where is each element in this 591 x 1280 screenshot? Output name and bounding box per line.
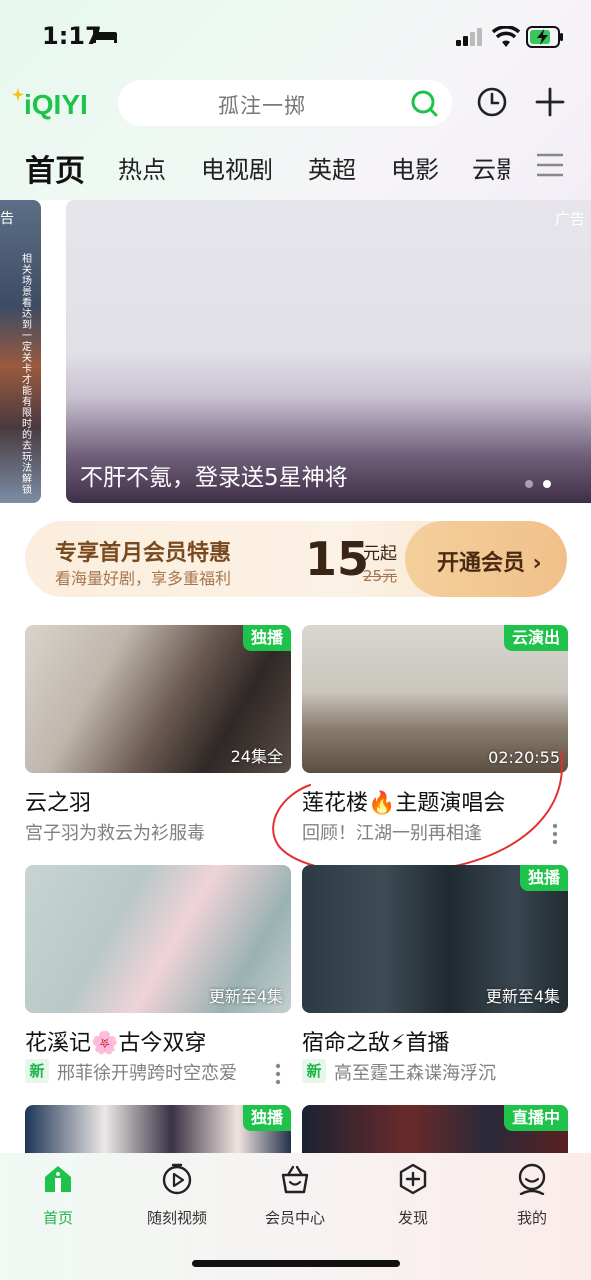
video-card[interactable]: 独播	[25, 1105, 291, 1153]
annotation-circle	[272, 750, 563, 875]
nav-label: 会员中心	[264, 1209, 325, 1227]
exclusive-badge: 独播	[519, 865, 568, 891]
nav-vip-center[interactable]: 会员中心	[240, 1163, 350, 1233]
cloud-show-badge: 云演出	[503, 625, 568, 651]
new-tag: 新	[25, 1059, 49, 1083]
video-thumbnail[interactable]: 独播 24集全	[25, 625, 291, 773]
vip-price-unit: 元起	[363, 544, 397, 564]
tab-hot[interactable]: 热点	[118, 150, 166, 185]
vip-promo-bar[interactable]: 专享首月会员特惠 看海量好剧，享多重福利 15 元起 25元 开通会员 ›	[25, 521, 567, 597]
play-icon	[162, 1163, 192, 1195]
more-options-icon[interactable]	[275, 1063, 281, 1085]
video-card[interactable]: 独播 更新至4集 宿命之敌⚡首播 新 高至霆王森谍海浮沉	[302, 865, 568, 1101]
video-thumbnail[interactable]: 独播	[25, 1105, 291, 1153]
menu-icon[interactable]	[536, 152, 564, 178]
cellular-signal-icon	[456, 28, 482, 46]
video-title[interactable]: 云之羽	[25, 785, 91, 817]
tab-cloud-cinema[interactable]: 云影	[472, 150, 510, 185]
video-subtitle: 高至霆王森谍海浮沉	[334, 1063, 496, 1084]
add-icon[interactable]	[534, 86, 566, 118]
update-status: 更新至4集	[208, 987, 283, 1006]
live-badge: 直播中	[503, 1105, 568, 1131]
video-title[interactable]: 花溪记🌸古今双穿	[25, 1025, 206, 1057]
banner-caption: 不肝不氪，登录送5星神将	[80, 465, 348, 491]
open-vip-label: 开通会员 ›	[437, 551, 542, 576]
logo-text: iQIYI	[24, 89, 88, 120]
nav-label: 随刻视频	[146, 1209, 207, 1227]
home-indicator	[192, 1260, 400, 1267]
status-bar: 1:17	[0, 0, 591, 70]
category-tabs: 首页 热点 电视剧 英超 电影 云影	[0, 140, 591, 192]
nav-home[interactable]: 首页	[3, 1163, 113, 1233]
nav-profile[interactable]: 我的	[477, 1163, 587, 1233]
video-subtitle: 宫子羽为救云为衫服毒	[25, 823, 205, 844]
vip-old-price: 25元	[363, 567, 398, 585]
carousel-dot	[525, 480, 533, 488]
vip-title: 专享首月会员特惠	[55, 541, 232, 566]
exclusive-badge: 独播	[242, 625, 291, 651]
video-title[interactable]: 宿命之敌⚡首播	[302, 1025, 449, 1057]
wifi-icon	[492, 26, 520, 47]
vip-price: 15	[305, 532, 370, 586]
nav-label: 发现	[397, 1209, 428, 1227]
history-icon[interactable]	[476, 86, 508, 118]
open-vip-button[interactable]: 开通会员 ›	[405, 521, 567, 597]
tab-tv-series[interactable]: 电视剧	[201, 150, 273, 185]
video-thumbnail[interactable]: 直播中	[302, 1105, 568, 1153]
nav-discover[interactable]: 发现	[358, 1163, 468, 1233]
tab-home[interactable]: 首页	[25, 146, 85, 190]
nav-label: 我的	[516, 1209, 547, 1227]
banner-previous-ad[interactable]: 告 相关场景看达到一定关卡才能有限时的去玩法解锁	[0, 200, 41, 503]
update-status: 更新至4集	[485, 987, 560, 1006]
search-bar[interactable]: 孤注一掷	[118, 80, 452, 126]
iqiyi-logo[interactable]: iQIYI	[12, 84, 112, 120]
discover-plus-icon	[399, 1163, 427, 1195]
home-icon	[45, 1166, 71, 1192]
carousel-dot-active	[543, 480, 551, 488]
video-card[interactable]: 独播 24集全 云之羽 宫子羽为救云为衫服毒	[25, 625, 291, 861]
video-subtitle: 邢菲徐开骋跨时空恋爱	[57, 1063, 237, 1084]
ad-label: 告	[0, 211, 14, 227]
ad-label: 广告	[554, 210, 585, 228]
nav-label: 首页	[42, 1209, 73, 1227]
ad-vertical-text: 相关场景看达到一定关卡才能有限时的去玩法解锁	[22, 254, 32, 496]
tab-premier-league[interactable]: 英超	[308, 150, 356, 185]
battery-charging-icon	[526, 26, 563, 48]
profile-icon	[518, 1163, 546, 1195]
search-icon[interactable]	[410, 89, 438, 117]
nav-suike-video[interactable]: 随刻视频	[122, 1163, 232, 1233]
vip-subtitle: 看海量好剧，享多重福利	[55, 569, 232, 588]
video-card[interactable]: 更新至4集 花溪记🌸古今双穿 新 邢菲徐开骋跨时空恋爱	[25, 865, 291, 1101]
video-card[interactable]: 直播中	[302, 1105, 568, 1153]
exclusive-badge: 独播	[242, 1105, 291, 1131]
banner-main[interactable]: 广告 不肝不氪，登录送5星神将	[66, 200, 591, 503]
video-thumbnail[interactable]: 独播 更新至4集	[302, 865, 568, 1013]
search-placeholder: 孤注一掷	[218, 94, 306, 118]
video-thumbnail[interactable]: 更新至4集	[25, 865, 291, 1013]
sleep-mode-icon	[93, 28, 117, 43]
tab-cloud-clip: 云影	[472, 140, 510, 192]
tab-movies[interactable]: 电影	[391, 150, 439, 185]
new-tag: 新	[302, 1059, 326, 1083]
vip-basket-icon	[281, 1165, 309, 1194]
